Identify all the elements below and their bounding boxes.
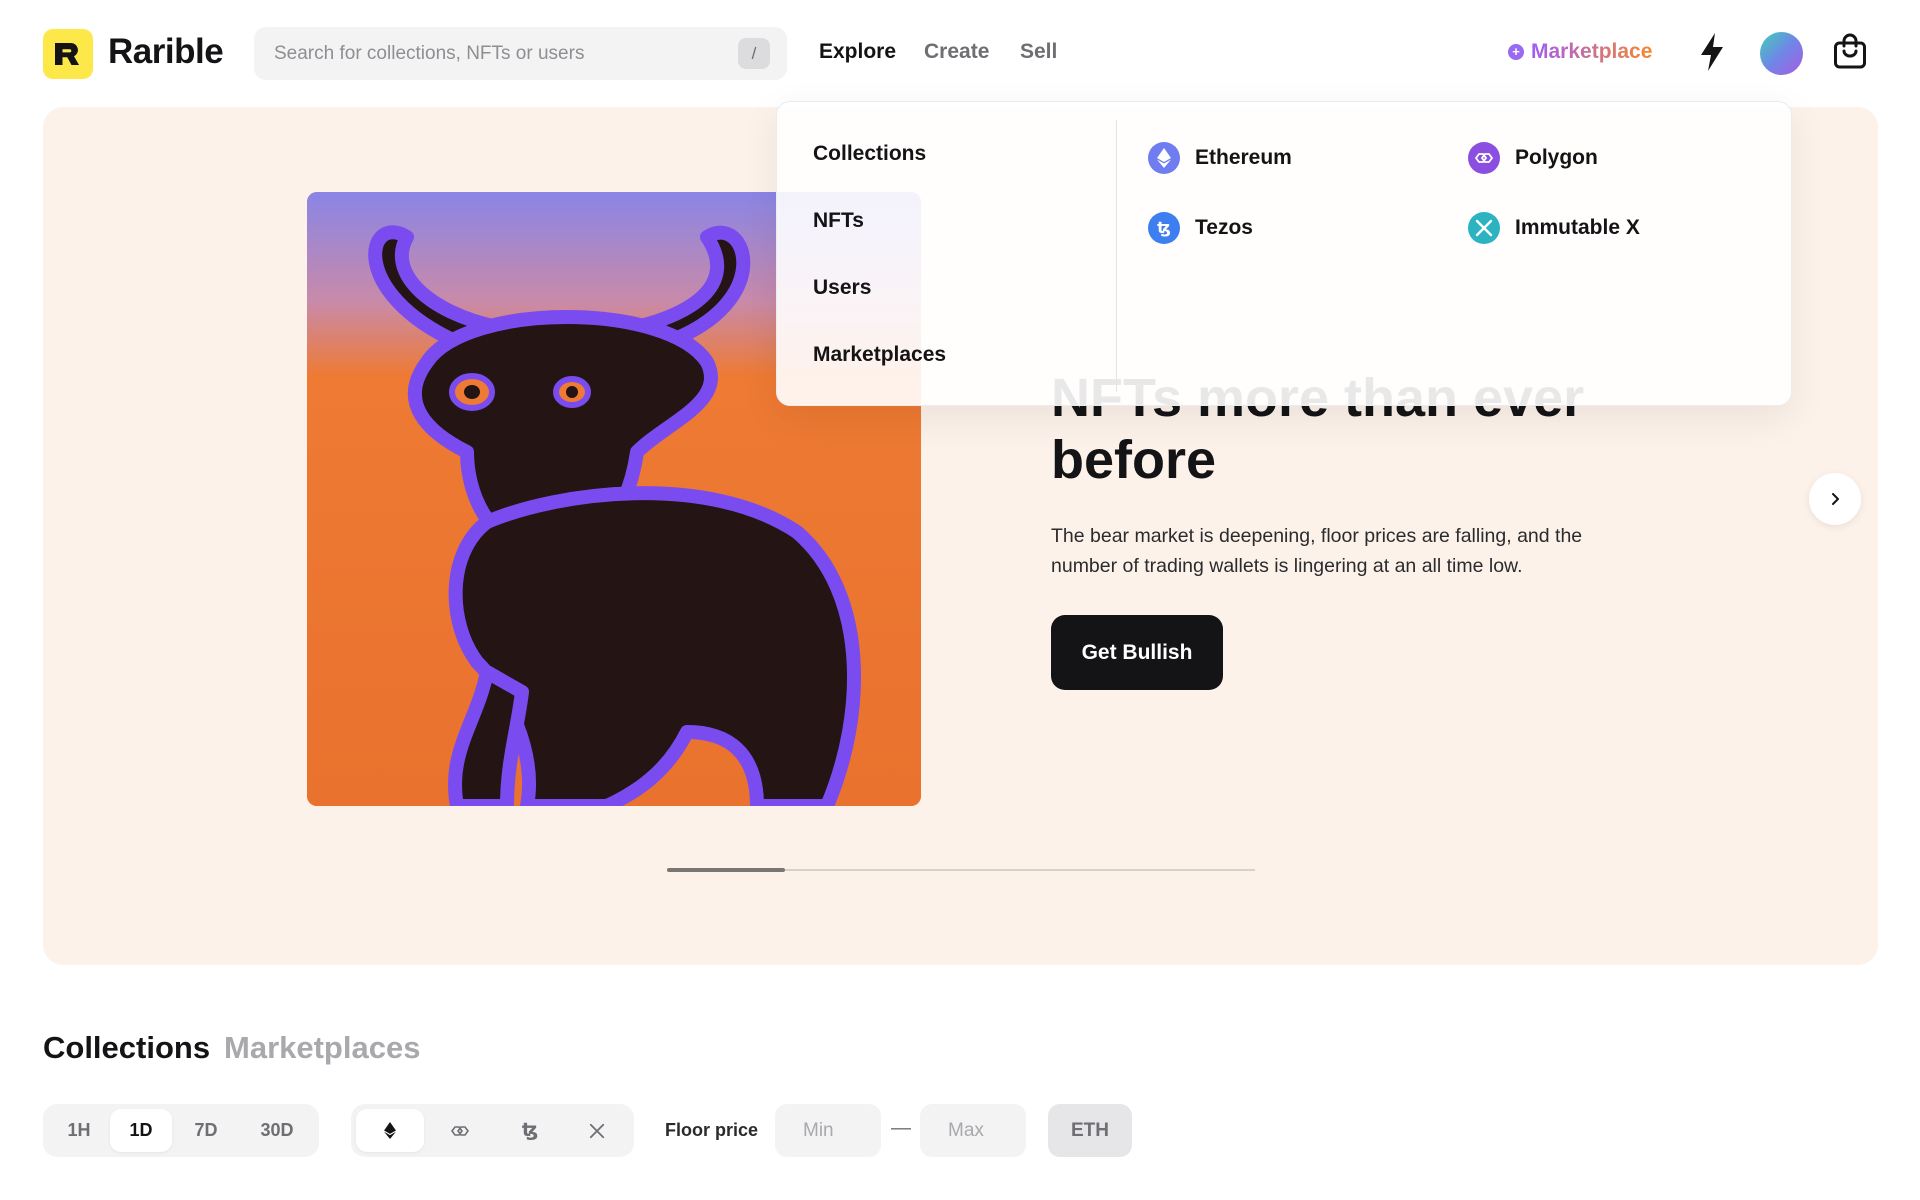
menu-divider: [1116, 120, 1117, 392]
range-1d[interactable]: 1D: [110, 1109, 172, 1152]
range-7d[interactable]: 7D: [174, 1109, 238, 1152]
carousel-progress[interactable]: [667, 868, 1255, 872]
ethereum-icon: [384, 1122, 396, 1139]
chevron-right-icon: [1832, 493, 1839, 505]
time-range-selector: 1H 1D 7D 30D: [43, 1104, 319, 1157]
marketplace-link[interactable]: + Marketplace: [1508, 40, 1652, 64]
tezos-icon: ꜩ: [1148, 212, 1180, 244]
nav-explore[interactable]: Explore: [819, 40, 896, 64]
chain-label: Tezos: [1195, 216, 1253, 239]
immutable-x-icon: [589, 1123, 605, 1138]
carousel-progress-fill: [667, 868, 785, 872]
tab-collections[interactable]: Collections: [43, 1030, 210, 1066]
logo-r-glyph: [55, 43, 79, 65]
top-header: Rarible / Explore Create Sell + Marketpl…: [0, 0, 1920, 106]
polygon-icon: [1468, 142, 1500, 174]
range-separator: —: [891, 1117, 911, 1139]
chain-immutable-x[interactable]: Immutable X: [1468, 212, 1640, 244]
chain-label: Ethereum: [1195, 146, 1292, 169]
tezos-icon: ꜩ: [521, 1120, 539, 1141]
chain-polygon[interactable]: Polygon: [1468, 142, 1598, 174]
menu-item-users[interactable]: Users: [813, 276, 871, 300]
floor-min-input[interactable]: [775, 1104, 881, 1157]
menu-item-nfts[interactable]: NFTs: [813, 209, 864, 233]
nav-create[interactable]: Create: [924, 40, 989, 64]
range-1h[interactable]: 1H: [48, 1109, 110, 1152]
explore-dropdown-menu: Collections NFTs Users Marketplaces Ethe…: [776, 101, 1792, 406]
carousel-next-button[interactable]: [1809, 473, 1861, 525]
hero-description: The bear market is deepening, floor pric…: [1051, 525, 1583, 577]
search-bar[interactable]: /: [254, 27, 787, 80]
menu-item-collections[interactable]: Collections: [813, 142, 926, 166]
hero-heading-line2: before: [1051, 430, 1217, 490]
chain-label: Polygon: [1515, 146, 1598, 169]
get-bullish-button[interactable]: Get Bullish: [1051, 615, 1223, 690]
filter-polygon[interactable]: [426, 1109, 494, 1152]
brand-name[interactable]: Rarible: [108, 32, 224, 72]
search-input[interactable]: [274, 27, 714, 80]
filter-ethereum[interactable]: [356, 1109, 424, 1152]
floor-price-label: Floor price: [665, 1120, 759, 1140]
chain-label: Immutable X: [1515, 216, 1640, 239]
filter-tezos[interactable]: ꜩ: [496, 1109, 564, 1152]
chain-ethereum[interactable]: Ethereum: [1148, 142, 1292, 174]
polygon-icon: [451, 1125, 469, 1136]
marketplace-label: Marketplace: [1531, 40, 1653, 63]
lightning-icon[interactable]: [1697, 32, 1727, 72]
nav-sell[interactable]: Sell: [1020, 40, 1057, 64]
currency-selector[interactable]: ETH: [1048, 1104, 1132, 1157]
floor-max-input[interactable]: [920, 1104, 1026, 1157]
search-shortcut-badge: /: [738, 38, 770, 69]
filter-immutable-x[interactable]: [563, 1109, 631, 1152]
rarible-logo-icon[interactable]: [43, 29, 93, 79]
menu-item-marketplaces[interactable]: Marketplaces: [813, 343, 946, 367]
immutable-x-icon: [1468, 212, 1500, 244]
chain-tezos[interactable]: ꜩ Tezos: [1148, 212, 1253, 244]
tab-marketplaces[interactable]: Marketplaces: [224, 1030, 420, 1066]
range-30d[interactable]: 30D: [240, 1109, 314, 1152]
chain-filter-selector: ꜩ: [351, 1104, 634, 1157]
user-avatar[interactable]: [1760, 32, 1803, 75]
shopping-bag-icon[interactable]: [1833, 32, 1867, 70]
ethereum-icon: [1148, 142, 1180, 174]
plus-icon: +: [1508, 44, 1524, 60]
